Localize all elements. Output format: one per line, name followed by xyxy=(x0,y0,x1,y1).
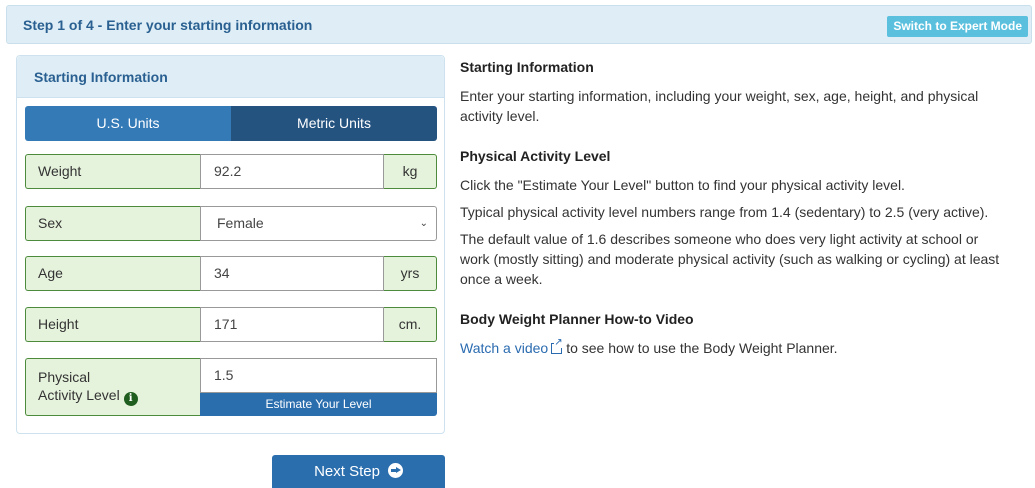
height-unit: cm. xyxy=(384,307,437,342)
height-input[interactable]: 171 xyxy=(200,307,384,342)
physical-activity-label-line1: Physical xyxy=(38,369,91,385)
help-activity-text-2: Typical physical activity level numbers … xyxy=(460,204,989,220)
height-row: Height 171 cm. xyxy=(25,307,437,342)
weight-row: Weight 92.2 kg xyxy=(25,154,437,189)
help-video-paragraph: Watch a video to see how to use the Body … xyxy=(460,338,1000,358)
help-activity-text-3: The default value of 1.6 describes someo… xyxy=(460,231,1000,287)
panel-header: Starting Information xyxy=(17,56,444,98)
next-step-label: Next Step xyxy=(314,463,380,480)
physical-activity-row: Physical Activity Level i 1.5 Estimate Yo… xyxy=(25,358,437,416)
sex-select[interactable]: Female ⌄ xyxy=(200,206,437,241)
metric-units-button[interactable]: Metric Units xyxy=(231,106,437,141)
watch-video-link[interactable]: Watch a video xyxy=(460,340,548,356)
panel-title: Starting Information xyxy=(34,69,168,85)
physical-activity-input[interactable]: 1.5 xyxy=(200,358,437,393)
step-title: Step 1 of 4 - Enter your starting inform… xyxy=(23,17,313,33)
estimate-your-level-button[interactable]: Estimate Your Level xyxy=(200,393,437,416)
age-label: Age xyxy=(25,256,200,291)
help-starting-text: Enter your starting information, includi… xyxy=(460,88,979,124)
physical-activity-controls: 1.5 Estimate Your Level xyxy=(200,358,437,416)
physical-activity-label-text: Activity Level xyxy=(38,387,120,403)
help-video-title: Body Weight Planner How-to Video xyxy=(460,311,694,327)
step-header: Step 1 of 4 - Enter your starting inform… xyxy=(6,5,1032,44)
physical-activity-label-line2: Activity Level i xyxy=(38,386,200,406)
help-starting-section: Starting Information Enter your starting… xyxy=(460,57,1000,126)
help-activity-section: Physical Activity Level Click the "Estim… xyxy=(460,146,1000,289)
sex-label: Sex xyxy=(25,206,200,241)
external-link-icon xyxy=(551,338,563,354)
age-input[interactable]: 34 xyxy=(200,256,384,291)
help-activity-title: Physical Activity Level xyxy=(460,148,611,164)
physical-activity-label: Physical Activity Level i xyxy=(25,358,200,416)
sex-row: Sex Female ⌄ xyxy=(25,206,437,241)
weight-input[interactable]: 92.2 xyxy=(200,154,384,189)
help-starting-title: Starting Information xyxy=(460,59,594,75)
help-video-section: Body Weight Planner How-to Video Watch a… xyxy=(460,309,1000,358)
next-step-button[interactable]: Next Step xyxy=(272,455,445,488)
weight-unit: kg xyxy=(384,154,437,189)
starting-information-panel: Starting Information U.S. Units Metric U… xyxy=(16,55,445,434)
chevron-down-icon: ⌄ xyxy=(419,218,428,229)
us-units-button[interactable]: U.S. Units xyxy=(25,106,231,141)
help-content: Starting Information Enter your starting… xyxy=(460,57,1000,378)
age-unit: yrs xyxy=(384,256,437,291)
arrow-right-circle-icon xyxy=(387,463,403,478)
weight-label: Weight xyxy=(25,154,200,189)
help-activity-text-1: Click the "Estimate Your Level" button t… xyxy=(460,177,905,193)
age-row: Age 34 yrs xyxy=(25,256,437,291)
units-toggle: U.S. Units Metric Units xyxy=(25,106,437,141)
sex-select-value: Female xyxy=(217,215,264,231)
switch-expert-mode-button[interactable]: Switch to Expert Mode xyxy=(887,16,1028,37)
info-icon[interactable]: i xyxy=(123,392,138,406)
help-video-text: to see how to use the Body Weight Planne… xyxy=(566,340,838,356)
height-label: Height xyxy=(25,307,200,342)
